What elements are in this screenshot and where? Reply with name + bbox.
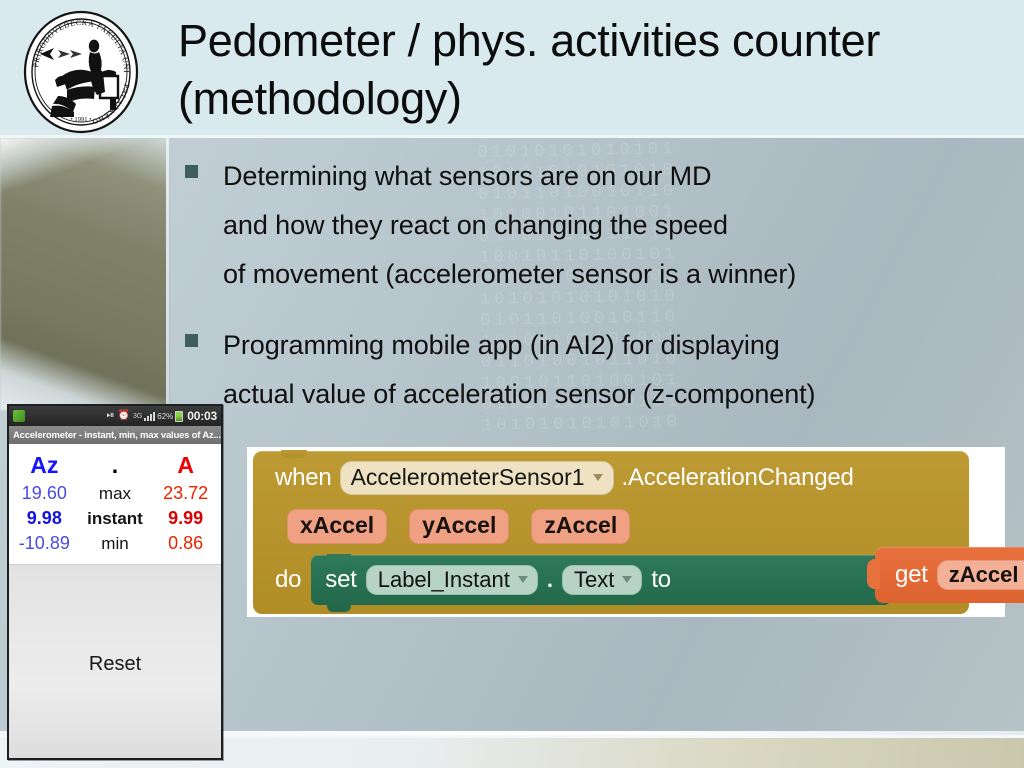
param-xaccel[interactable]: xAccel xyxy=(287,509,388,544)
component-dropdown-label: AccelerometerSensor1 xyxy=(350,464,585,490)
signal-bars-icon xyxy=(144,411,156,421)
app-notification-icon xyxy=(13,410,25,422)
slide-title-line-2: (methodology) xyxy=(178,73,462,124)
background-photo-strip xyxy=(0,138,168,410)
battery-percent-label: 62% xyxy=(157,411,174,421)
set-property-block[interactable]: set Label_Instant . Text to xyxy=(311,554,901,612)
do-row: do set Label_Instant . Text to xyxy=(275,554,901,612)
param-zaccel[interactable]: zAccel xyxy=(531,509,631,544)
event-name-label: .AccelerationChanged xyxy=(621,464,854,492)
chevron-down-icon[interactable] xyxy=(592,474,603,482)
network-3g-label: 3G xyxy=(132,412,143,420)
row-label-min: min xyxy=(101,533,129,553)
square-bullet-icon xyxy=(185,334,198,347)
az-instant-value: 9.98 xyxy=(26,508,62,528)
university-seal-logo: PŘÍRODOVĚDECKÁ FAKULTA UNIVERZITY PALACK… xyxy=(22,10,139,134)
property-separator-dot: . xyxy=(546,567,553,592)
get-variable-block[interactable]: get zAccel xyxy=(866,547,1024,603)
component-dropdown[interactable]: AccelerometerSensor1 xyxy=(339,461,614,496)
app-title-bar: Accelerometer - instant, min, max values… xyxy=(9,426,221,444)
set-keyword: set xyxy=(325,566,357,593)
photo-strip-edge xyxy=(166,138,169,410)
chevron-down-icon[interactable] xyxy=(622,575,633,583)
chevron-down-icon[interactable] xyxy=(517,575,528,583)
table-row: 19.60 max 23.72 xyxy=(9,481,221,506)
bullet-2-line-1: Programming mobile app (in AI2) for disp… xyxy=(223,330,780,360)
az-max-value: 19.60 xyxy=(21,483,67,503)
row-label-max: max xyxy=(98,483,132,503)
param-yaccel[interactable]: yAccel xyxy=(409,509,510,544)
accelerometer-table: Az . A 19.60 max 23.72 9.98 instant 9.99… xyxy=(9,450,221,556)
bullet-list: Determining what sensors are on our MD a… xyxy=(182,152,1002,441)
header-dot: . xyxy=(111,452,119,478)
bullet-2-line-2: actual value of acceleration sensor (z-c… xyxy=(223,379,816,409)
bullet-1-line-1: Determining what sensors are on our MD xyxy=(223,161,712,191)
ai2-blocks-screenshot: when AccelerometerSensor1 .AccelerationC… xyxy=(247,447,1024,617)
reset-button[interactable]: Reset xyxy=(9,564,221,758)
mute-vibrate-icon: ⏯ xyxy=(106,410,115,421)
bullet-item-1: Determining what sensors are on our MD a… xyxy=(182,152,1002,299)
app-content: Az . A 19.60 max 23.72 9.98 instant 9.99… xyxy=(9,444,221,556)
set-target-dropdown[interactable]: Label_Instant xyxy=(365,564,538,596)
slide-title-line-1: Pedometer / phys. activities counter xyxy=(178,15,881,66)
alarm-clock-icon: ⏰ xyxy=(117,410,130,421)
android-status-bar: ⏯ ⏰ 3G 62% 00:03 xyxy=(9,406,221,426)
do-keyword: do xyxy=(275,566,302,593)
a-instant-value: 9.99 xyxy=(168,508,204,528)
header-az: Az xyxy=(30,452,59,478)
network-3g-icon: 3G xyxy=(133,413,142,420)
when-event-block[interactable]: when AccelerometerSensor1 .AccelerationC… xyxy=(253,450,969,614)
az-min-value: -10.89 xyxy=(18,533,70,553)
battery-icon xyxy=(175,410,184,422)
svg-text:• 1991 •: • 1991 • xyxy=(70,116,91,123)
set-target-label: Label_Instant xyxy=(377,566,510,592)
slide-title: Pedometer / phys. activities counter (me… xyxy=(178,12,1008,128)
a-min-value: 0.86 xyxy=(168,533,204,553)
square-bullet-icon xyxy=(185,165,198,178)
when-keyword: when xyxy=(275,464,332,492)
table-row: -10.89 min 0.86 xyxy=(9,531,221,556)
reset-button-label: Reset xyxy=(88,653,142,675)
bullet-1-line-2: and how they react on changing the speed xyxy=(223,210,728,240)
status-bar-clock: 00:03 xyxy=(187,409,217,423)
set-property-label: Text xyxy=(573,566,615,592)
a-max-value: 23.72 xyxy=(163,483,209,503)
header-a: A xyxy=(177,452,194,478)
bullet-1-line-3: of movement (accelerometer sensor is a w… xyxy=(223,259,797,289)
when-header-row: when AccelerometerSensor1 .AccelerationC… xyxy=(275,461,854,496)
to-keyword: to xyxy=(651,566,671,593)
bullet-item-2: Programming mobile app (in AI2) for disp… xyxy=(182,321,1002,419)
get-variable-dropdown[interactable]: zAccel xyxy=(936,559,1024,591)
table-header-row: Az . A xyxy=(9,450,221,481)
get-variable-label: zAccel xyxy=(948,561,1019,587)
row-label-instant: instant xyxy=(87,508,143,528)
event-parameters-row: xAccel yAccel zAccel xyxy=(287,509,631,544)
set-property-dropdown[interactable]: Text xyxy=(561,564,643,596)
get-keyword: get xyxy=(895,561,928,588)
header-underline xyxy=(0,135,1024,138)
slide-root: 01010101010101 10101010101010 0101101001… xyxy=(0,0,1024,768)
table-row: 9.98 instant 9.99 xyxy=(9,506,221,531)
phone-screenshot: ⏯ ⏰ 3G 62% 00:03 Accelerometer - instant… xyxy=(7,404,223,760)
